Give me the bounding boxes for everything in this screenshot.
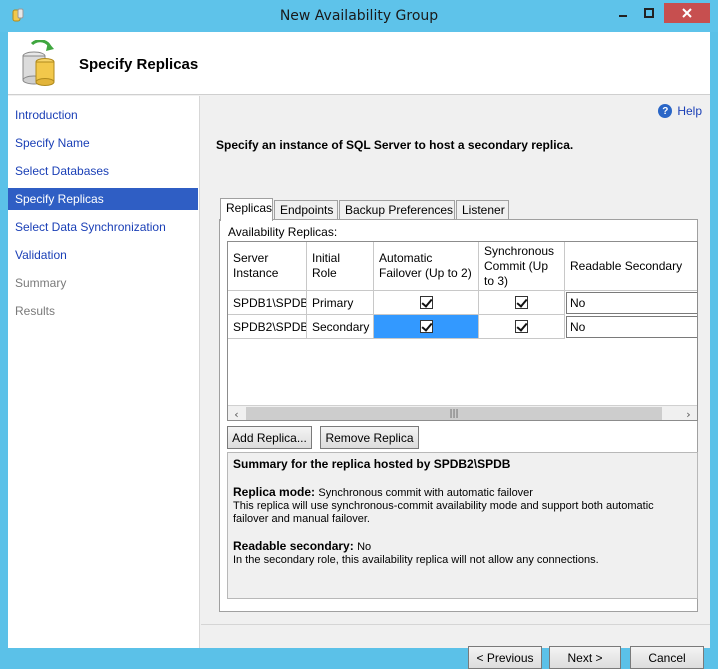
table-row-1-auto-failover-cell xyxy=(374,291,479,315)
sidebar-item-introduction[interactable]: Introduction xyxy=(8,104,198,126)
table-row-1-server[interactable]: SPDB1\SPDB xyxy=(228,291,307,315)
column-header-readable-secondary[interactable]: Readable Secondary xyxy=(565,242,697,291)
readable-secondary-dropdown[interactable]: No xyxy=(566,316,697,338)
minimize-icon xyxy=(619,15,627,17)
replica-summary-panel: Summary for the replica hosted by SPDB2\… xyxy=(227,452,698,599)
sidebar-item-select-data-synchronization[interactable]: Select Data Synchronization xyxy=(8,216,198,238)
help-icon: ? xyxy=(658,104,673,118)
readable-secondary-value: No xyxy=(357,541,372,553)
column-header-automatic-failover[interactable]: Automatic Failover (Up to 2) xyxy=(374,242,479,291)
add-replica-button[interactable]: Add Replica... xyxy=(227,426,312,449)
readable-secondary-detail: In the secondary role, this availability… xyxy=(233,554,599,566)
scroll-left-icon[interactable]: ‹ xyxy=(228,406,245,421)
wizard-content: ? Help Specify an instance of SQL Server… xyxy=(201,96,710,669)
replica-mode-label: Replica mode: xyxy=(233,485,316,499)
scroll-thumb[interactable]: ||| xyxy=(246,407,662,420)
replicas-grid: Server Instance Initial Role Automatic F… xyxy=(227,241,698,421)
footer-divider xyxy=(201,624,710,625)
wizard-window: Specify Replicas Introduction Specify Na… xyxy=(8,32,710,669)
tab-endpoints[interactable]: Endpoints xyxy=(274,200,338,220)
remove-replica-button[interactable]: Remove Replica xyxy=(320,426,419,449)
previous-button[interactable]: < Previous xyxy=(468,646,542,669)
column-header-synchronous-commit[interactable]: Synchronous Commit (Up to 3) xyxy=(479,242,565,291)
tab-replicas[interactable]: Replicas xyxy=(220,198,273,221)
table-row-1-sync-commit-cell xyxy=(479,291,565,315)
column-header-server-instance[interactable]: Server Instance xyxy=(228,242,307,291)
maximize-button[interactable] xyxy=(638,3,660,23)
table-row-2-role[interactable]: Secondary xyxy=(307,315,374,339)
maximize-icon xyxy=(644,8,654,18)
auto-failover-checkbox[interactable] xyxy=(419,320,433,333)
database-replica-icon xyxy=(22,40,55,86)
window-title: New Availability Group xyxy=(279,8,439,24)
column-header-initial-role[interactable]: Initial Role xyxy=(307,242,374,291)
wizard-sidebar: Introduction Specify Name Select Databas… xyxy=(8,96,200,648)
replica-mode-detail: This replica will use synchronous-commit… xyxy=(233,500,654,525)
horizontal-scrollbar[interactable]: ‹ ||| › xyxy=(228,405,697,421)
replica-mode-value: Synchronous commit with automatic failov… xyxy=(318,487,533,499)
replicas-tab-panel: Availability Replicas: Server Instance I… xyxy=(219,219,698,612)
table-row-2-server[interactable]: SPDB2\SPDB xyxy=(228,315,307,339)
tab-backup-preferences[interactable]: Backup Preferences xyxy=(339,200,455,220)
readable-secondary-dropdown[interactable]: No xyxy=(566,292,697,314)
next-button[interactable]: Next > xyxy=(549,646,621,669)
table-row-2-auto-failover-cell xyxy=(374,315,479,339)
sync-commit-checkbox[interactable] xyxy=(515,320,528,333)
page-title: Specify Replicas xyxy=(79,56,199,73)
readable-secondary-label: Readable secondary: xyxy=(233,539,354,553)
help-link[interactable]: ? Help xyxy=(658,104,702,118)
minimize-button[interactable] xyxy=(612,3,634,23)
instruction-text: Specify an instance of SQL Server to hos… xyxy=(216,138,574,152)
sidebar-item-specify-replicas[interactable]: Specify Replicas xyxy=(8,188,198,210)
auto-failover-checkbox[interactable] xyxy=(419,296,433,309)
cancel-button[interactable]: Cancel xyxy=(630,646,704,669)
sync-commit-checkbox[interactable] xyxy=(515,296,528,309)
close-icon xyxy=(682,8,692,18)
close-button[interactable] xyxy=(664,3,710,23)
grid-label: Availability Replicas: xyxy=(228,225,338,239)
sidebar-item-summary: Summary xyxy=(15,276,67,290)
table-row-2-sync-commit-cell xyxy=(479,315,565,339)
tab-listener[interactable]: Listener xyxy=(456,200,509,220)
table-row-1-role[interactable]: Primary xyxy=(307,291,374,315)
title-bar: New Availability Group xyxy=(0,0,718,32)
sidebar-item-specify-name[interactable]: Specify Name xyxy=(8,132,198,154)
scroll-right-icon[interactable]: › xyxy=(680,406,697,421)
sidebar-item-validation[interactable]: Validation xyxy=(8,244,198,266)
sidebar-item-results: Results xyxy=(15,304,56,318)
help-label: Help xyxy=(677,104,702,118)
sidebar-item-select-databases[interactable]: Select Databases xyxy=(8,160,198,182)
wizard-header: Specify Replicas xyxy=(8,32,710,95)
summary-heading: Summary for the replica hosted by SPDB2\… xyxy=(233,457,511,471)
